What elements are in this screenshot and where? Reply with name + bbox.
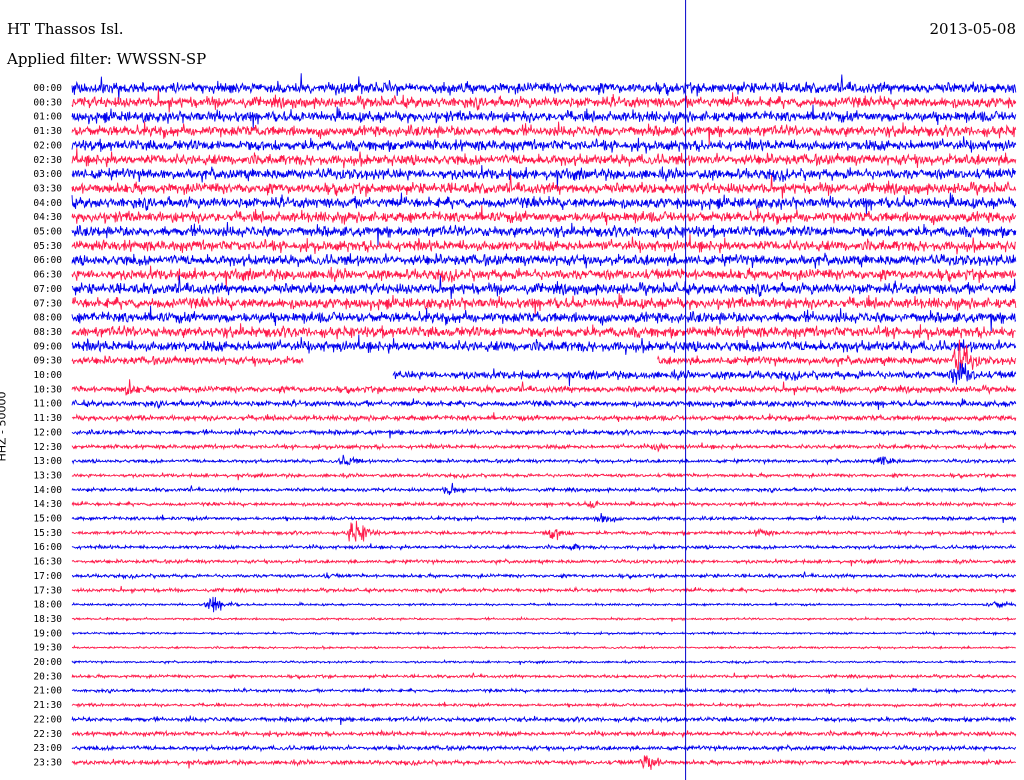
row-time-label: 15:00 (33, 514, 62, 525)
trace-row (71, 454, 1017, 466)
trace-row (71, 672, 1017, 680)
row-time-label: 02:30 (33, 155, 62, 166)
trace-row (71, 701, 1017, 709)
trace-row (71, 148, 1017, 169)
trace-row (71, 104, 1017, 129)
row-time-label: 13:30 (33, 470, 62, 481)
trace-row (71, 234, 1017, 255)
row-time-label: 16:30 (33, 557, 62, 568)
trace-row (71, 644, 1017, 651)
helicorder-plot: 00:00 00:30 01:00 01:30 02:00 02:30 03:00 03:30… (33, 0, 1017, 780)
trace-row (71, 499, 1017, 509)
row-time-label: 10:30 (33, 384, 62, 395)
trace-row (71, 543, 1016, 552)
row-time-label: 05:30 (33, 241, 62, 252)
row-time-label: 00:30 (33, 97, 62, 108)
trace-row (71, 596, 1017, 613)
trace-row (71, 121, 1017, 146)
trace-row (71, 334, 1017, 355)
row-time-label: 06:00 (33, 255, 62, 266)
row-time-label: 21:00 (33, 686, 62, 697)
trace-row (71, 205, 1017, 226)
trace-row (71, 513, 1017, 523)
row-time-label: 15:30 (33, 528, 62, 539)
trace-row (71, 630, 1017, 637)
row-time-label: 22:00 (33, 714, 62, 725)
row-time-label: 19:00 (33, 628, 62, 639)
trace-row (71, 729, 1017, 739)
row-time-label: 08:30 (33, 327, 62, 338)
trace-row (71, 557, 1016, 567)
row-time-label: 22:30 (33, 729, 62, 740)
trace-row (71, 252, 1017, 269)
row-time-label: 05:00 (33, 227, 62, 238)
trace-row (71, 293, 1017, 315)
trace-row (71, 658, 1017, 665)
trace-row (71, 379, 1017, 396)
row-time-label: 04:00 (33, 198, 62, 209)
trace-row (392, 361, 1017, 387)
row-time-label: 10:00 (33, 370, 62, 381)
row-time-label: 11:00 (33, 399, 62, 410)
row-time-label: 09:30 (33, 356, 62, 367)
row-time-label: 01:00 (33, 112, 62, 123)
row-time-label: 14:30 (33, 499, 62, 510)
trace-row (71, 715, 1017, 726)
row-time-label: 19:30 (33, 643, 62, 654)
row-time-label: 12:00 (33, 427, 62, 438)
row-time-label: 07:00 (33, 284, 62, 295)
trace-row (71, 520, 1017, 542)
trace-row (71, 305, 1017, 332)
trace-row (71, 686, 1017, 695)
row-time-label: 01:30 (33, 126, 62, 137)
trace-row (71, 743, 1017, 753)
row-time-label: 23:00 (33, 743, 62, 754)
row-time-label: 14:00 (33, 485, 62, 496)
row-time-label: 20:30 (33, 671, 62, 682)
trace-row (71, 571, 1017, 581)
trace-row (71, 192, 1017, 215)
trace-row (71, 275, 1017, 300)
row-label-group: 00:00 00:30 01:00 01:30 02:00 02:30 03:00 03:30… (33, 83, 62, 768)
trace-row (71, 441, 1017, 453)
trace-row (71, 482, 1017, 496)
trace-row (71, 136, 1017, 154)
trace-row (71, 73, 1017, 100)
row-time-label: 18:00 (33, 600, 62, 611)
row-time-label: 17:30 (33, 585, 62, 596)
trace-group (71, 73, 1017, 770)
row-time-label: 13:00 (33, 456, 62, 467)
row-time-label: 07:30 (33, 298, 62, 309)
trace-row (71, 323, 1017, 341)
row-time-label: 23:30 (33, 757, 62, 768)
trace-row (71, 585, 1017, 595)
row-time-label: 09:00 (33, 341, 62, 352)
row-time-label: 03:00 (33, 169, 62, 180)
trace-row (71, 755, 1017, 770)
row-time-label: 18:30 (33, 614, 62, 625)
trace-row (71, 412, 1017, 423)
row-time-label: 00:00 (33, 83, 62, 94)
trace-row (71, 398, 1017, 410)
row-time-label: 12:30 (33, 442, 62, 453)
trace-row (71, 265, 1017, 290)
row-time-label: 11:30 (33, 413, 62, 424)
row-time-label: 03:30 (33, 183, 62, 194)
row-time-label: 21:30 (33, 700, 62, 711)
row-time-label: 17:00 (33, 571, 62, 582)
row-time-label: 06:30 (33, 270, 62, 281)
row-time-label: 02:00 (33, 140, 62, 151)
row-time-label: 08:00 (33, 313, 62, 324)
trace-row (71, 471, 1017, 481)
trace-row (71, 615, 1017, 622)
row-time-label: 04:30 (33, 212, 62, 223)
row-time-label: 20:00 (33, 657, 62, 668)
trace-row (71, 428, 1017, 439)
trace-row (71, 174, 1017, 199)
row-time-label: 16:00 (33, 542, 62, 553)
